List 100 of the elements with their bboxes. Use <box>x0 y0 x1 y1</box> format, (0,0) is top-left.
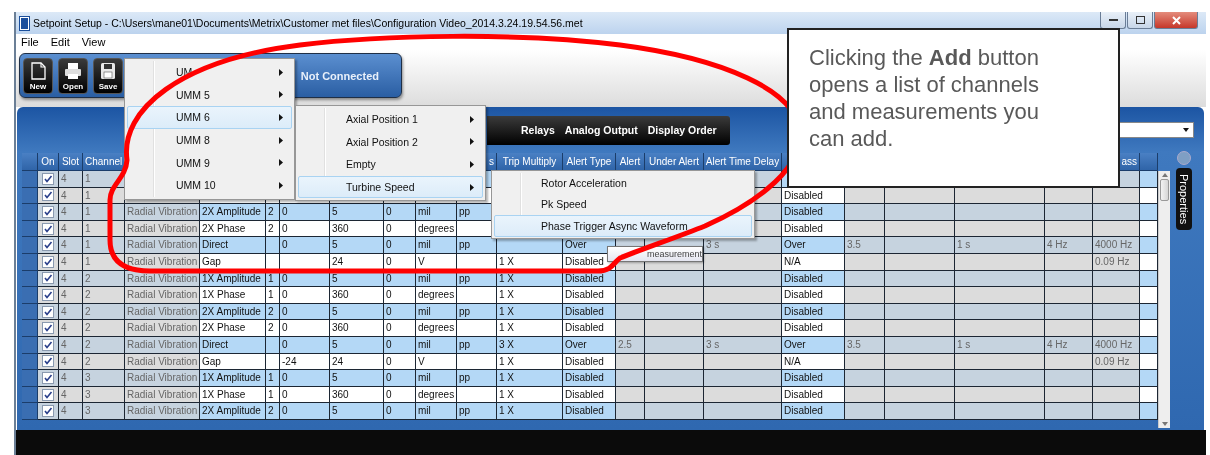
column-header[interactable]: Under Alert <box>645 153 704 171</box>
menu-item[interactable]: Empty <box>298 153 483 176</box>
column-header[interactable]: Trip Multiply <box>497 153 563 171</box>
table-cell: 0 <box>384 204 416 221</box>
column-header[interactable]: Alert <box>616 153 645 171</box>
table-cell <box>845 320 885 337</box>
checkbox[interactable] <box>42 288 54 301</box>
menu-item[interactable]: UMM 6 <box>127 106 292 129</box>
close-icon <box>1171 15 1181 25</box>
table-cell: 0 <box>280 403 330 420</box>
table-cell: pp <box>457 370 497 387</box>
table-cell: 4 <box>59 171 83 188</box>
table-cell: 5 <box>330 204 384 221</box>
maximize-button[interactable] <box>1127 12 1153 29</box>
table-cell <box>1140 287 1158 304</box>
open-button[interactable]: Open <box>58 57 88 94</box>
table-cell <box>616 320 645 337</box>
column-header[interactable]: Slot <box>59 153 83 171</box>
scroll-thumb[interactable] <box>1160 179 1169 201</box>
table-cell: Radial Vibration <box>125 287 200 304</box>
checkbox[interactable] <box>42 272 54 285</box>
table-cell <box>645 320 704 337</box>
column-header[interactable]: Alert Type <box>563 153 616 171</box>
checkbox[interactable] <box>42 388 54 401</box>
table-cell: 0 <box>384 320 416 337</box>
checkbox[interactable] <box>42 222 54 235</box>
menu-item[interactable]: Turbine Speed <box>298 175 483 199</box>
checkbox[interactable] <box>42 322 54 335</box>
checkbox[interactable] <box>42 239 54 252</box>
save-button[interactable]: Save <box>93 57 123 94</box>
table-cell: 5 <box>330 370 384 387</box>
submenu-arrow-icon <box>279 68 283 76</box>
checkbox[interactable] <box>42 305 54 318</box>
table-cell: 5 <box>330 237 384 254</box>
scrollbar[interactable] <box>1158 171 1170 428</box>
table-cell: 4 <box>59 403 83 420</box>
table-cell: 0 <box>280 287 330 304</box>
table-cell: 1 X <box>497 320 563 337</box>
table-cell: Disabled <box>563 320 616 337</box>
table-cell: 4 <box>59 320 83 337</box>
scroll-up-icon[interactable] <box>1161 173 1168 177</box>
column-header[interactable]: On <box>38 153 59 171</box>
table-cell: degrees <box>416 287 457 304</box>
column-header[interactable]: Alert Time Delay <box>704 153 782 171</box>
column-header[interactable]: Channel <box>83 153 125 171</box>
table-cell <box>1045 204 1093 221</box>
table-cell <box>616 370 645 387</box>
menu-item[interactable]: UMM 5 <box>127 83 292 107</box>
table-cell: mil <box>416 204 457 221</box>
checkbox[interactable] <box>42 206 54 218</box>
menu-bar-item[interactable]: Edit <box>50 36 70 48</box>
close-button[interactable] <box>1154 12 1198 29</box>
checkbox[interactable] <box>42 355 54 368</box>
table-cell <box>885 320 955 337</box>
dropdown-field[interactable] <box>1119 122 1194 138</box>
collapse-button[interactable] <box>1177 151 1191 165</box>
checkbox[interactable] <box>42 189 54 202</box>
menu-item[interactable]: Rotor Acceleration <box>494 172 752 194</box>
menu-bar-item[interactable]: File <box>21 36 39 48</box>
app-icon <box>20 16 29 30</box>
checkbox[interactable] <box>42 255 54 268</box>
checkbox[interactable] <box>42 371 54 384</box>
menu-bar-item[interactable]: View <box>81 36 106 48</box>
table-cell: 3 <box>83 403 125 420</box>
tab[interactable]: Analog Output <box>559 119 643 141</box>
table-cell: 1 <box>83 204 125 221</box>
menu-item[interactable]: UMM 10 <box>127 173 292 197</box>
connection-status: Not Connected <box>300 69 379 82</box>
table-cell: 4 <box>59 287 83 304</box>
tab[interactable]: Relays <box>516 119 560 141</box>
table-cell: 0 <box>280 320 330 337</box>
scroll-down-icon[interactable] <box>1161 422 1168 426</box>
properties-tab[interactable]: Properties <box>1176 168 1192 231</box>
menu-item[interactable]: Phase Trigger Async Waveform <box>494 215 752 237</box>
table-cell <box>457 287 497 304</box>
table-cell: 4 <box>59 237 83 254</box>
table-cell: Disabled <box>782 370 845 387</box>
table-cell <box>1093 370 1140 387</box>
table-cell: 3 <box>83 370 125 387</box>
table-cell: pp <box>457 237 497 254</box>
submenu-arrow-icon <box>470 138 474 146</box>
minimize-button[interactable] <box>1100 12 1126 29</box>
menu-item[interactable]: Axial Position 1 <box>298 108 483 131</box>
column-header[interactable] <box>1140 153 1158 171</box>
new-button[interactable]: New <box>23 57 53 94</box>
menu-item[interactable]: Axial Position 2 <box>298 130 483 154</box>
table-cell: 360 <box>330 287 384 304</box>
checkbox[interactable] <box>42 405 54 418</box>
table-cell: Radial Vibration <box>125 320 200 337</box>
table-cell: 0 <box>384 370 416 387</box>
menu-item[interactable]: UMM 9 <box>127 151 292 174</box>
menu-item[interactable]: UMM 8 <box>127 128 292 152</box>
table-cell: Disabled <box>782 204 845 221</box>
table-cell: 3 s <box>704 237 782 254</box>
submenu-arrow-icon <box>470 115 474 123</box>
tab[interactable]: Display Order <box>642 119 722 141</box>
table-cell <box>845 287 885 304</box>
checkbox[interactable] <box>42 338 54 351</box>
checkbox[interactable] <box>42 172 54 185</box>
menu-item[interactable]: Pk Speed <box>494 193 752 215</box>
